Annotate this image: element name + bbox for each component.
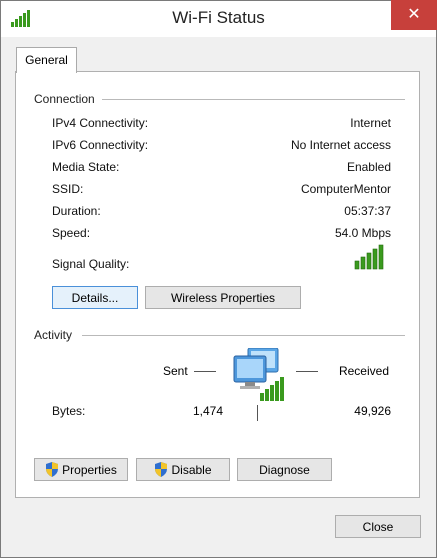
bytes-sent-value: 1,474: [192, 404, 223, 418]
media-state-label: Media State:: [52, 160, 120, 174]
tab-general[interactable]: General: [16, 47, 77, 73]
ssid-value: ComputerMentor: [300, 182, 391, 196]
ipv4-label: IPv4 Connectivity:: [52, 116, 149, 130]
close-button[interactable]: Close: [335, 515, 421, 538]
activity-heading: Activity: [34, 328, 73, 342]
properties-button[interactable]: Properties: [34, 458, 128, 481]
ssid-label: SSID:: [52, 182, 84, 196]
window-title: Wi-Fi Status: [172, 8, 265, 27]
details-button[interactable]: Details...: [52, 286, 138, 309]
duration-value: 05:37:37: [344, 204, 391, 218]
bytes-received-value: 49,926: [354, 404, 391, 418]
window-close-button[interactable]: ✕: [391, 0, 437, 30]
connection-heading: Connection: [34, 92, 95, 106]
ipv6-label: IPv6 Connectivity:: [52, 138, 149, 152]
wireless-properties-button[interactable]: Wireless Properties: [145, 286, 301, 309]
sent-label: Sent: [163, 364, 188, 378]
signal-quality-label: Signal Quality:: [52, 257, 130, 271]
bytes-label: Bytes:: [52, 404, 86, 418]
wifi-status-window: Wi-Fi Status ✕ General Connection IPv4 C…: [0, 0, 437, 558]
received-label: Received: [338, 364, 389, 378]
uac-shield-icon: [45, 462, 59, 484]
general-panel: Connection IPv4 Connectivity: Internet I…: [15, 71, 420, 498]
uac-shield-icon: [154, 462, 168, 484]
speed-value: 54.0 Mbps: [334, 226, 391, 240]
network-computers-icon: [232, 347, 290, 407]
close-icon: ✕: [407, 6, 421, 23]
disable-button[interactable]: Disable: [136, 458, 230, 481]
properties-label: Properties: [62, 463, 117, 477]
activity-divider: [82, 335, 405, 336]
activity-separator: [257, 405, 258, 421]
sent-connector-line: [194, 371, 216, 372]
connection-divider: [102, 99, 405, 100]
ipv4-value: Internet: [350, 116, 391, 130]
ipv6-value: No Internet access: [290, 138, 391, 152]
signal-bars-icon: [354, 244, 386, 273]
media-state-value: Enabled: [346, 160, 391, 174]
diagnose-button[interactable]: Diagnose: [237, 458, 332, 481]
received-connector-line: [296, 371, 318, 372]
disable-label: Disable: [171, 463, 212, 477]
duration-label: Duration:: [52, 204, 101, 218]
speed-label: Speed:: [52, 226, 91, 240]
title-bar: Wi-Fi Status ✕: [1, 0, 437, 37]
